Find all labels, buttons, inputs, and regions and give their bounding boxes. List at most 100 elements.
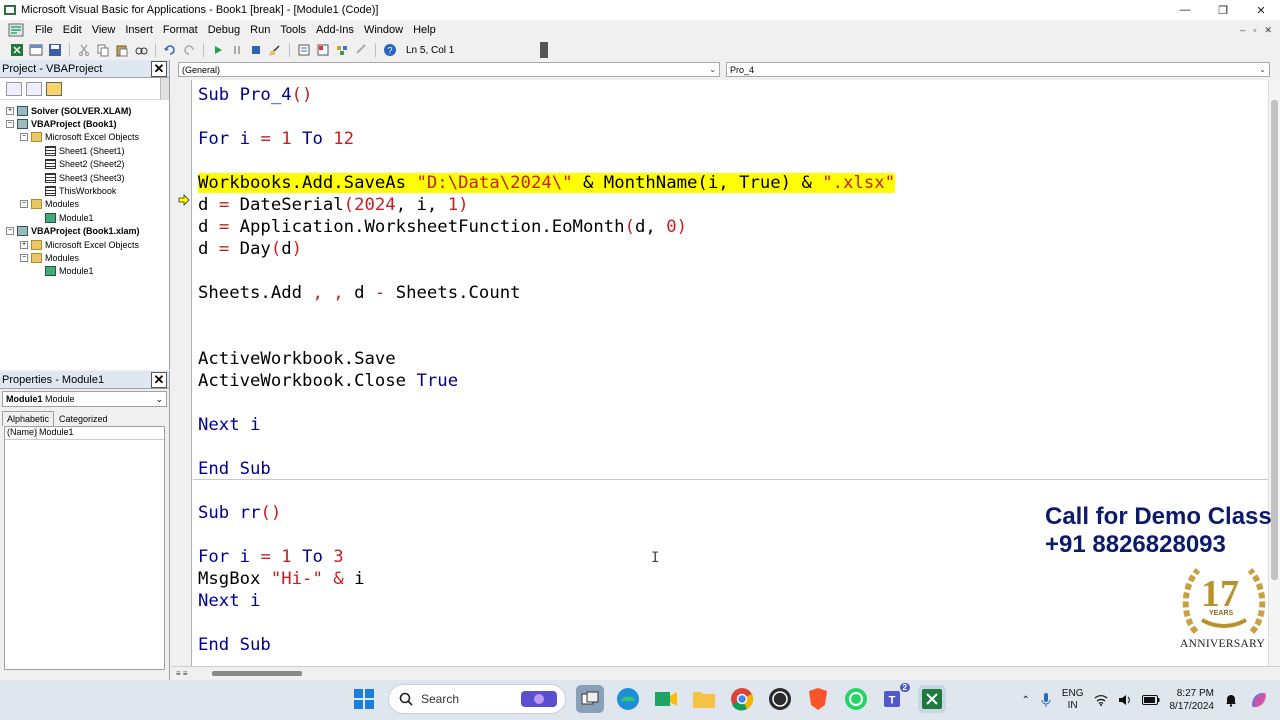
menu-edit[interactable]: Edit [58, 24, 87, 36]
code-line[interactable]: d = Application.WorksheetFunction.EoMont… [198, 216, 1264, 238]
help-icon[interactable]: ? [383, 43, 397, 57]
properties-window-icon[interactable] [316, 43, 330, 57]
menu-tools[interactable]: Tools [275, 24, 311, 36]
menu-help[interactable]: Help [408, 24, 441, 36]
properties-object-select[interactable]: Module1 Module ⌄ [2, 391, 167, 407]
collapse-icon[interactable]: − [20, 253, 28, 262]
project-explorer-close-button[interactable]: ✕ [151, 60, 167, 77]
obs-button[interactable] [766, 685, 794, 713]
menu-file[interactable]: File [30, 24, 58, 36]
meet-button[interactable] [652, 685, 680, 713]
tree-item[interactable]: Sheet2 (Sheet2) [0, 158, 169, 171]
reset-icon[interactable] [249, 43, 263, 57]
menu-insert[interactable]: Insert [120, 24, 158, 36]
code-line[interactable] [198, 106, 1264, 128]
tree-item[interactable]: − VBAProject (Book1) [0, 117, 169, 130]
expand-icon[interactable]: + [20, 240, 28, 249]
code-line[interactable] [198, 150, 1264, 172]
volume-icon[interactable] [1118, 694, 1132, 706]
code-line[interactable]: Next i [198, 590, 1264, 612]
copy-icon[interactable] [96, 43, 110, 57]
project-explorer-icon[interactable] [297, 43, 311, 57]
tree-item[interactable]: − Modules [0, 198, 169, 211]
code-line[interactable]: ActiveWorkbook.Save [198, 348, 1264, 370]
procedure-combo[interactable]: Pro_4 ⌄ [726, 62, 1270, 77]
code-editor[interactable]: Sub Pro_4() For i = 1 To 12 Workbooks.Ad… [198, 84, 1264, 664]
brave-button[interactable] [804, 685, 832, 713]
properties-close-button[interactable]: ✕ [151, 371, 167, 388]
tab-categorized[interactable]: Categorized [54, 411, 113, 426]
wifi-icon[interactable] [1094, 694, 1108, 706]
close-button[interactable]: ✕ [1242, 0, 1280, 20]
tree-item[interactable]: Module1 [0, 265, 169, 278]
edge-button[interactable] [614, 685, 642, 713]
code-line[interactable] [198, 260, 1264, 282]
menu-debug[interactable]: Debug [203, 24, 245, 36]
break-icon[interactable] [230, 43, 244, 57]
minimize-button[interactable]: — [1166, 0, 1204, 20]
collapse-icon[interactable]: − [6, 120, 14, 129]
code-line[interactable]: d = Day(d) [198, 238, 1264, 260]
file-explorer-button[interactable] [690, 685, 718, 713]
mdi-minimize-button[interactable]: – [1240, 25, 1245, 35]
paste-icon[interactable] [115, 43, 129, 57]
code-line[interactable] [198, 304, 1264, 326]
chrome-button[interactable] [728, 685, 756, 713]
code-line[interactable]: Workbooks.Add.SaveAs "D:\Data\2024\" & M… [198, 172, 1264, 194]
code-line[interactable] [198, 392, 1264, 414]
code-line[interactable] [198, 326, 1264, 348]
menu-format[interactable]: Format [158, 24, 203, 36]
property-value[interactable]: Module1 [37, 427, 74, 439]
menu-add-ins[interactable]: Add-Ins [311, 24, 359, 36]
tree-item[interactable]: + Solver (SOLVER.XLAM) [0, 104, 169, 117]
tab-alphabetic[interactable]: Alphabetic [2, 411, 55, 426]
copilot-icon[interactable] [1248, 689, 1270, 711]
toggle-folders-icon[interactable] [46, 81, 62, 96]
view-object-icon[interactable] [26, 81, 42, 96]
design-mode-icon[interactable] [268, 43, 282, 57]
task-view-button[interactable] [576, 685, 604, 713]
code-line[interactable]: End Sub [198, 634, 1264, 656]
collapse-icon[interactable]: − [6, 227, 14, 236]
view-excel-icon[interactable] [10, 43, 24, 57]
vba-menu-icon[interactable] [8, 23, 24, 37]
margin-indicator-bar[interactable] [172, 80, 192, 666]
excel-button[interactable] [918, 685, 946, 713]
code-line[interactable]: d = DateSerial(2024, i, 1) [198, 194, 1264, 216]
code-line[interactable] [198, 480, 1264, 502]
code-line[interactable]: MsgBox "Hi-" & i [198, 568, 1264, 590]
redo-icon[interactable] [182, 43, 196, 57]
scrollbar-thumb[interactable] [212, 671, 302, 676]
expand-icon[interactable]: + [6, 106, 14, 115]
tree-item[interactable]: − VBAProject (Book1.xlam) [0, 225, 169, 238]
collapse-icon[interactable]: − [20, 133, 28, 142]
undo-icon[interactable] [163, 43, 177, 57]
code-line[interactable] [198, 436, 1264, 458]
property-row[interactable]: (Name) Module1 [5, 427, 164, 440]
tree-item[interactable]: + Microsoft Excel Objects [0, 238, 169, 251]
whatsapp-button[interactable] [842, 685, 870, 713]
project-tree-scrollbar[interactable] [160, 78, 169, 100]
code-line[interactable]: End Sub [198, 458, 1264, 480]
tree-item[interactable]: Module1 [0, 211, 169, 224]
toolbar-grip[interactable] [540, 42, 548, 58]
tree-item[interactable]: − Microsoft Excel Objects [0, 131, 169, 144]
code-line[interactable]: ActiveWorkbook.Close True [198, 370, 1264, 392]
tree-item[interactable]: − Modules [0, 251, 169, 264]
mdi-restore-button[interactable]: ▫ [1253, 25, 1256, 35]
code-line[interactable]: For i = 1 To 12 [198, 128, 1264, 150]
chevron-up-icon[interactable]: ⌃ [1021, 695, 1029, 706]
code-line[interactable]: Sub Pro_4() [198, 84, 1264, 106]
tree-item[interactable]: Sheet1 (Sheet1) [0, 144, 169, 157]
start-button[interactable] [350, 685, 378, 713]
find-icon[interactable] [134, 43, 148, 57]
notification-bell-icon[interactable] [1224, 693, 1238, 707]
code-line[interactable]: Next i [198, 414, 1264, 436]
mdi-close-button[interactable]: ✕ [1264, 25, 1272, 36]
menu-view[interactable]: View [87, 24, 121, 36]
view-code-icon[interactable] [6, 81, 22, 96]
toolbox-icon[interactable] [354, 43, 368, 57]
insert-module-icon[interactable] [29, 43, 43, 57]
view-buttons[interactable]: ≡ ≡ [176, 669, 188, 678]
save-icon[interactable] [48, 43, 62, 57]
